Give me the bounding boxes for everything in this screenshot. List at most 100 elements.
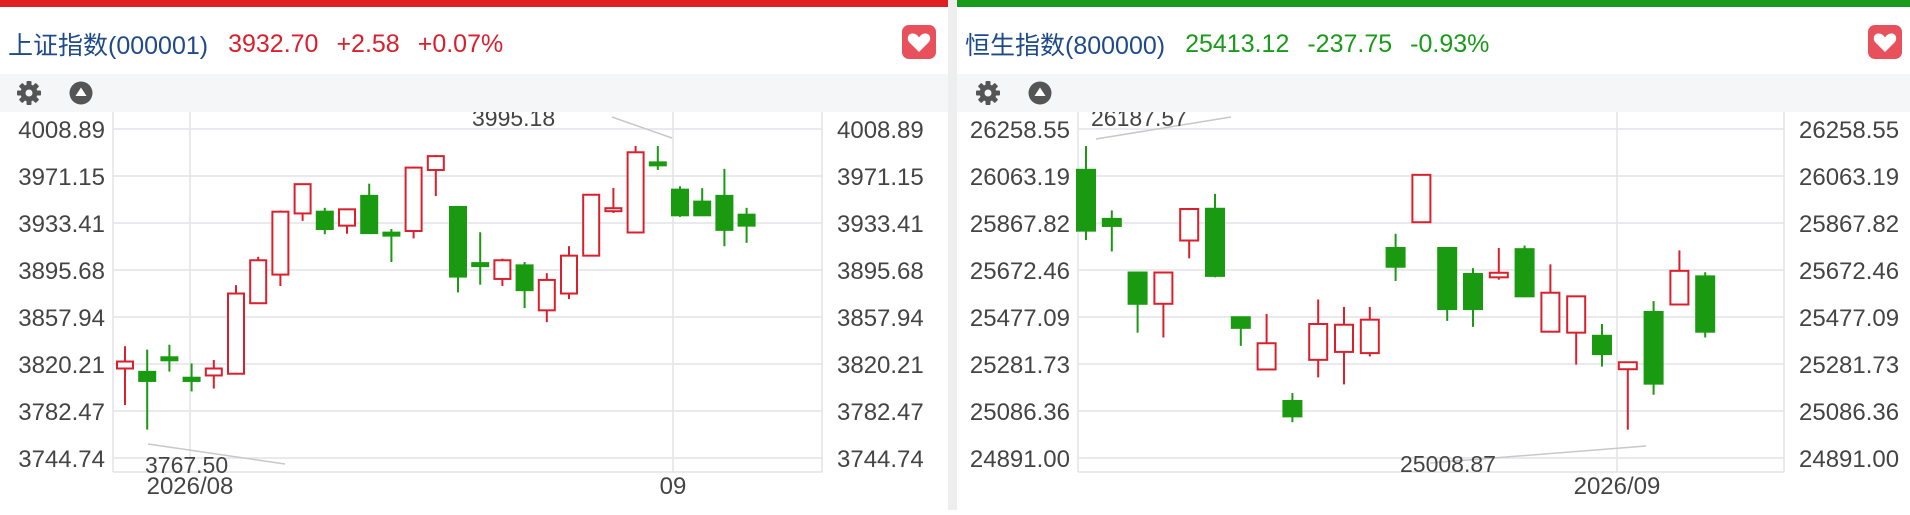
candle bbox=[382, 229, 401, 263]
y-tick-label-left: 25867.82 bbox=[970, 211, 1070, 238]
candle-body bbox=[604, 207, 623, 213]
triangle-up-icon bbox=[1028, 81, 1052, 105]
candle bbox=[249, 256, 268, 305]
candle bbox=[560, 246, 578, 300]
heart-icon bbox=[1868, 25, 1902, 59]
candle bbox=[1514, 245, 1535, 298]
candle-body bbox=[1127, 271, 1148, 305]
candle-body bbox=[182, 376, 201, 382]
candle bbox=[1101, 210, 1122, 252]
candle-body bbox=[582, 193, 601, 257]
candle bbox=[1643, 301, 1664, 395]
candle bbox=[1359, 306, 1380, 357]
candle bbox=[1411, 173, 1432, 224]
candle bbox=[1669, 250, 1690, 306]
x-tick-label: 2026/09 bbox=[1574, 473, 1661, 500]
candlestick-chart[interactable]: 4008.89 4008.89 3971.15 3971.15 3933.41 3933.… bbox=[0, 105, 948, 515]
candle-body bbox=[648, 161, 667, 167]
candle-body bbox=[1411, 173, 1432, 224]
chart-toolbar bbox=[957, 74, 1910, 112]
candle-body bbox=[1153, 271, 1174, 305]
collapse-button[interactable] bbox=[66, 78, 96, 108]
index-change-pct: -0.93% bbox=[1410, 29, 1490, 58]
candle-body bbox=[1617, 361, 1638, 371]
candle-body bbox=[116, 360, 134, 370]
candle-body bbox=[338, 208, 356, 227]
candle-body bbox=[138, 370, 157, 382]
quote-header: 恒生指数(800000) 25413.12 -237.75 -0.93% bbox=[965, 18, 1850, 70]
y-tick-label-right: 4008.89 bbox=[837, 117, 924, 144]
candle bbox=[1230, 316, 1251, 346]
candle bbox=[1127, 271, 1148, 333]
index-change: +2.58 bbox=[336, 29, 400, 58]
y-tick-label-right: 25672.46 bbox=[1799, 258, 1899, 285]
quote-header: 上证指数(000001) 3932.70 +2.58 +0.07% bbox=[8, 18, 888, 70]
candle-body bbox=[626, 151, 645, 234]
candle-body bbox=[1592, 334, 1612, 356]
collapse-button[interactable] bbox=[1025, 78, 1055, 108]
candle bbox=[604, 187, 623, 213]
y-tick-label-right: 3933.41 bbox=[837, 211, 924, 238]
index-change-pct: +0.07% bbox=[417, 29, 504, 58]
candle bbox=[138, 349, 157, 430]
candle bbox=[1179, 208, 1200, 259]
index-name[interactable]: 恒生指数(800000) bbox=[965, 26, 1165, 62]
candle bbox=[1695, 272, 1716, 338]
candle bbox=[1463, 268, 1483, 327]
y-tick-label-right: 26063.19 bbox=[1799, 164, 1899, 191]
y-tick-label-right: 3895.68 bbox=[837, 258, 924, 285]
candle-body bbox=[1334, 323, 1354, 353]
y-tick-label-left: 25477.09 bbox=[970, 305, 1070, 332]
candle bbox=[471, 232, 490, 285]
candle bbox=[1540, 264, 1561, 333]
extreme-value-label: 25008.87 bbox=[1400, 451, 1496, 477]
candle bbox=[1205, 193, 1225, 278]
panel-hang-seng-index: 恒生指数(800000) 25413.12 -237.75 -0.93% 262… bbox=[957, 0, 1910, 510]
candle-body bbox=[693, 200, 712, 217]
candle-body bbox=[360, 194, 379, 235]
candle-body bbox=[1076, 168, 1096, 232]
candle bbox=[116, 346, 134, 405]
panel-divider bbox=[948, 0, 957, 510]
y-tick-label-right: 3782.47 bbox=[837, 399, 924, 426]
candle-body bbox=[560, 254, 578, 295]
candle bbox=[693, 188, 712, 217]
candle bbox=[271, 210, 290, 287]
candle bbox=[1282, 393, 1303, 423]
y-tick-label-left: 25281.73 bbox=[970, 352, 1070, 379]
candle bbox=[515, 262, 534, 309]
y-tick-label-right: 25086.36 bbox=[1799, 399, 1899, 426]
candle bbox=[1385, 233, 1406, 281]
candle bbox=[182, 363, 201, 392]
settings-button[interactable] bbox=[14, 78, 44, 108]
y-tick-label-left: 3744.74 bbox=[18, 446, 105, 473]
candle-body bbox=[1488, 271, 1509, 279]
candle bbox=[293, 183, 312, 221]
candle bbox=[1256, 313, 1277, 371]
heart-icon bbox=[902, 25, 936, 59]
settings-button[interactable] bbox=[973, 78, 1003, 108]
y-tick-label-left: 4008.89 bbox=[18, 117, 105, 144]
panel-shanghai-index: 上证指数(000001) 3932.70 +2.58 +0.07% 4008.8… bbox=[0, 0, 948, 510]
favorite-button[interactable] bbox=[1868, 25, 1902, 59]
chart-toolbar bbox=[0, 74, 948, 112]
y-tick-label-left: 3933.41 bbox=[18, 211, 105, 238]
candle bbox=[737, 207, 756, 243]
candle bbox=[582, 193, 601, 257]
favorite-button[interactable] bbox=[902, 25, 936, 59]
candle bbox=[648, 146, 667, 170]
candle bbox=[1308, 299, 1329, 378]
candle-body bbox=[515, 264, 534, 292]
candle-body bbox=[227, 292, 245, 375]
index-name[interactable]: 上证指数(000001) bbox=[8, 26, 208, 62]
candle-body bbox=[204, 367, 223, 377]
candle-body bbox=[737, 213, 756, 227]
candle bbox=[404, 166, 423, 239]
candle-body bbox=[1643, 310, 1664, 385]
y-tick-label-right: 25867.82 bbox=[1799, 211, 1899, 238]
candle-body bbox=[1101, 217, 1122, 227]
candle bbox=[537, 273, 556, 323]
candlestick-chart[interactable]: 26258.55 26258.55 26063.19 26063.19 25867.82… bbox=[957, 105, 1910, 515]
index-change: -237.75 bbox=[1307, 29, 1393, 58]
candle-body bbox=[404, 166, 423, 232]
